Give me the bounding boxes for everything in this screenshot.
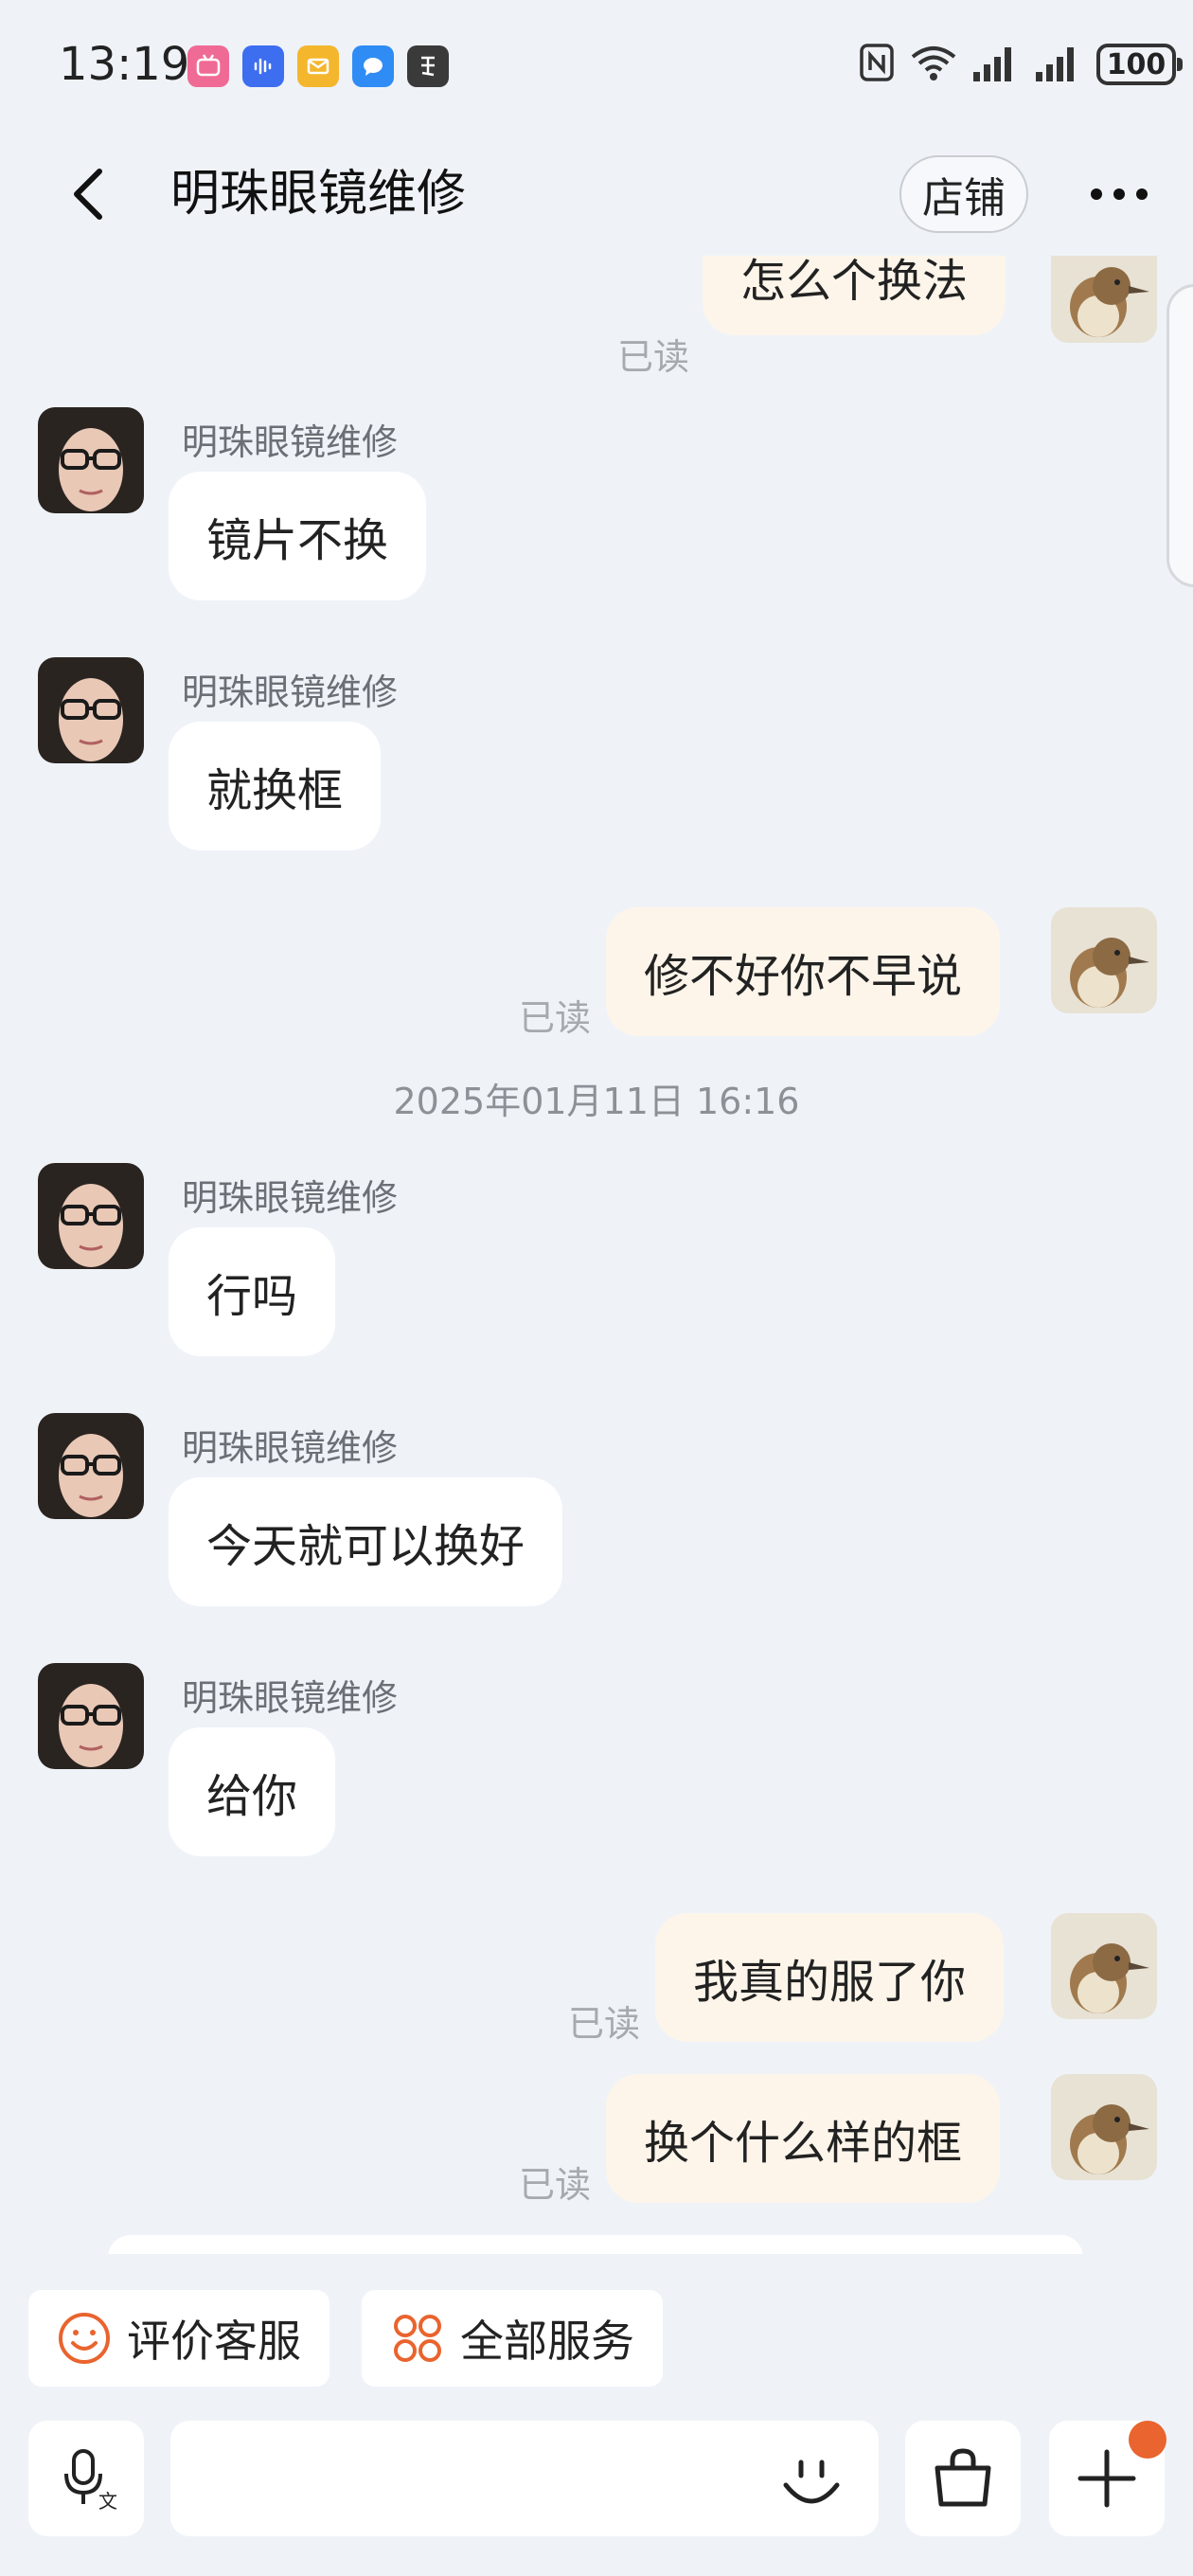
message-bubble-incoming[interactable]: 就换框: [169, 722, 382, 850]
voice-input-button[interactable]: 文: [28, 2421, 144, 2536]
notification-dot: [1129, 2421, 1166, 2459]
sender-name: 明珠眼镜维修: [182, 421, 399, 463]
bilibili-icon: [187, 45, 229, 87]
user-avatar[interactable]: [1051, 2074, 1157, 2180]
message-bubble-outgoing[interactable]: 我真的服了你: [655, 1913, 1005, 2042]
partial-message-card: [108, 2235, 1083, 2254]
shop-avatar[interactable]: [38, 657, 144, 763]
sender-name: 明珠眼镜维修: [182, 671, 399, 713]
shop-avatar[interactable]: [38, 1413, 144, 1519]
read-status: 已读: [568, 2003, 641, 2045]
more-options-button[interactable]: [1081, 161, 1157, 227]
read-status: 已读: [617, 336, 690, 378]
sender-name: 明珠眼镜维修: [182, 1177, 399, 1219]
emoji-button[interactable]: [769, 2440, 854, 2525]
side-scroll-handle[interactable]: [1166, 284, 1193, 587]
all-services-label: 全部服务: [460, 2316, 634, 2367]
messaging-icon: [352, 45, 394, 87]
more-dots-icon: [1091, 188, 1148, 200]
timestamp-divider: 2025年01月11日 16:16: [393, 1081, 800, 1122]
message-bubble-incoming[interactable]: 行吗: [169, 1227, 336, 1356]
shop-button[interactable]: 店铺: [899, 155, 1028, 233]
user-avatar[interactable]: [1051, 1913, 1157, 2019]
status-indicators: 100: [858, 42, 1183, 87]
message-bubble-incoming[interactable]: 今天就可以换好: [169, 1477, 563, 1606]
voice-recorder-icon: [242, 45, 284, 87]
mail-icon: [297, 45, 339, 87]
signal-icon: [971, 42, 1021, 87]
input-bar: 文: [0, 2406, 1193, 2576]
shop-avatar[interactable]: [38, 1163, 144, 1269]
user-avatar[interactable]: [1051, 907, 1157, 1013]
signal-icon: [1034, 42, 1083, 87]
read-status: 已读: [519, 997, 592, 1039]
message-bubble-outgoing[interactable]: 怎么个换法: [703, 256, 1006, 335]
chat-header: 明珠眼镜维修 店铺: [0, 133, 1193, 256]
svg-text:文: 文: [98, 2490, 117, 2512]
smile-icon: [59, 2313, 110, 2364]
nfc-icon: [858, 42, 896, 87]
back-button[interactable]: [55, 161, 121, 227]
shop-avatar[interactable]: [38, 407, 144, 513]
rate-service-button[interactable]: 评价客服: [28, 2290, 329, 2387]
status-app-icons: [187, 45, 449, 87]
plus-icon: [1077, 2449, 1136, 2508]
status-time: 13:19: [59, 38, 190, 91]
user-avatar[interactable]: [1051, 256, 1157, 343]
microphone-translate-icon: 文: [64, 2449, 117, 2512]
read-status: 已读: [519, 2164, 592, 2206]
battery-indicator: 100: [1096, 44, 1183, 85]
chevron-left-icon: [74, 169, 102, 220]
shop-avatar[interactable]: [38, 1663, 144, 1769]
message-bubble-outgoing[interactable]: 修不好你不早说: [606, 907, 1001, 1036]
wifi-icon: [909, 42, 958, 87]
calligraphy-app-icon: [407, 45, 449, 87]
all-services-button[interactable]: 全部服务: [362, 2290, 663, 2387]
emoji-face-icon: [783, 2460, 840, 2504]
shopping-bag-icon: [935, 2448, 991, 2507]
shopping-bag-button[interactable]: [905, 2421, 1021, 2536]
status-bar: 13:19 100: [0, 0, 1193, 133]
quick-action-bar: 评价客服 全部服务: [0, 2254, 1193, 2396]
message-bubble-outgoing[interactable]: 换个什么样的框: [606, 2074, 1001, 2203]
sender-name: 明珠眼镜维修: [182, 1677, 399, 1719]
grid-icon: [394, 2315, 441, 2362]
message-list[interactable]: 怎么个换法 已读 明珠眼镜维修 镜片不换 明珠眼镜维修 就换框 修不好你不早说 …: [0, 256, 1193, 2254]
sender-name: 明珠眼镜维修: [182, 1427, 399, 1469]
rate-service-label: 评价客服: [127, 2316, 301, 2367]
chat-title: 明珠眼镜维修: [170, 166, 467, 223]
message-bubble-incoming[interactable]: 给你: [169, 1727, 336, 1856]
message-bubble-incoming[interactable]: 镜片不换: [169, 472, 427, 600]
